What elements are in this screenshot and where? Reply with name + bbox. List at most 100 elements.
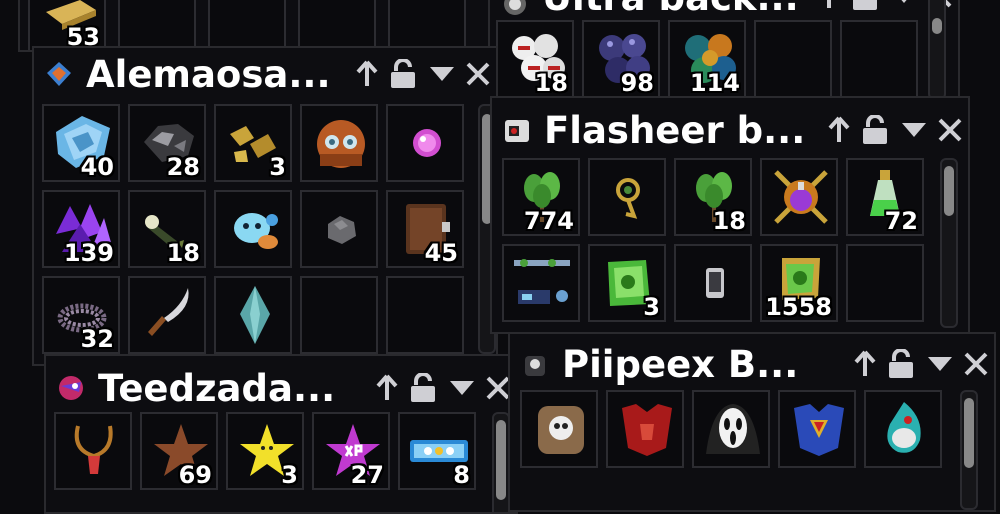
item-quantity: 40 xyxy=(80,153,114,181)
unlocked-padlock-icon[interactable] xyxy=(860,115,890,145)
panel-title: Piipeex B... xyxy=(562,342,799,386)
item-slot[interactable]: 98 xyxy=(582,20,660,98)
close-icon[interactable] xyxy=(964,352,988,376)
item-quantity: 3 xyxy=(269,153,286,181)
item-slot[interactable] xyxy=(388,0,466,50)
panel-header[interactable]: Flasheer b... xyxy=(492,104,968,156)
item-slot[interactable]: 69 xyxy=(140,412,218,490)
item-slot[interactable]: 32 xyxy=(42,276,120,354)
item-slot[interactable] xyxy=(54,412,132,490)
close-icon[interactable] xyxy=(466,62,490,86)
panel-header[interactable]: Alemaosa... xyxy=(34,48,496,100)
inventory-panel-top-left: 53 xyxy=(18,0,492,52)
scrollbar-thumb[interactable] xyxy=(932,18,942,34)
item-quantity: 774 xyxy=(523,207,574,235)
item-quantity: 18 xyxy=(166,239,200,267)
scrollbar[interactable] xyxy=(940,158,958,328)
item-slot[interactable]: 40 xyxy=(42,104,120,182)
panel-header[interactable]: Teedzada... xyxy=(46,362,516,414)
scrollbar[interactable] xyxy=(928,0,946,100)
item-slot[interactable]: 114 xyxy=(668,20,746,98)
item-slot[interactable] xyxy=(300,276,378,354)
item-slot[interactable] xyxy=(846,244,924,322)
inventory-panel-ultra: Ultra back... 18 98 xyxy=(488,0,960,104)
item-slot[interactable] xyxy=(502,244,580,322)
scrollbar-thumb[interactable] xyxy=(964,398,974,468)
blue-creature-item-icon xyxy=(234,213,278,249)
chevron-down-icon[interactable] xyxy=(890,0,918,5)
scrollbar[interactable] xyxy=(960,390,978,510)
unlocked-padlock-icon[interactable] xyxy=(850,0,880,11)
arrow-up-icon[interactable] xyxy=(376,374,398,402)
item-slot[interactable] xyxy=(300,190,378,268)
item-slot[interactable]: 139 xyxy=(42,190,120,268)
item-slot[interactable] xyxy=(386,104,464,182)
close-icon[interactable] xyxy=(938,118,962,142)
gadget-set-item-icon xyxy=(514,259,570,304)
item-slot[interactable]: 3 xyxy=(226,412,304,490)
item-slot[interactable] xyxy=(754,20,832,98)
item-quantity: 18 xyxy=(712,207,746,235)
golden-rune-item-icon xyxy=(616,178,640,219)
teal-spirit-item-icon xyxy=(887,402,921,453)
item-slot[interactable] xyxy=(214,190,292,268)
item-slot[interactable] xyxy=(588,158,666,236)
item-slot[interactable]: 53 xyxy=(28,0,106,50)
chevron-down-icon[interactable] xyxy=(448,379,476,397)
item-slot[interactable]: 45 xyxy=(386,190,464,268)
arrow-up-icon[interactable] xyxy=(854,350,876,378)
item-slot[interactable] xyxy=(208,0,286,50)
inventory-panel-alemaosa: Alemaosa... 40 28 3 139 18 45 32 xyxy=(32,46,498,366)
item-slot[interactable] xyxy=(760,158,838,236)
item-quantity: 27 xyxy=(350,461,384,489)
panel-title: Ultra back... xyxy=(542,0,818,19)
item-slot[interactable] xyxy=(692,390,770,468)
backpack-icon xyxy=(518,347,552,381)
item-slot[interactable] xyxy=(118,0,196,50)
item-quantity: 8 xyxy=(453,461,470,489)
item-slot[interactable]: 774 xyxy=(502,158,580,236)
panel-header[interactable]: Piipeex B... xyxy=(510,338,994,390)
chevron-down-icon[interactable] xyxy=(900,121,928,139)
arrow-up-icon[interactable] xyxy=(828,116,850,144)
scrollbar-thumb[interactable] xyxy=(496,420,506,500)
item-slot[interactable] xyxy=(298,0,376,50)
item-slot[interactable]: 18 xyxy=(496,20,574,98)
item-slot[interactable] xyxy=(674,244,752,322)
item-slot[interactable] xyxy=(520,390,598,468)
item-slot[interactable] xyxy=(128,276,206,354)
unlocked-padlock-icon[interactable] xyxy=(408,373,438,403)
item-slot[interactable]: 8 xyxy=(398,412,476,490)
ghost-mask-item-icon xyxy=(706,404,760,454)
unlocked-padlock-icon[interactable] xyxy=(886,349,916,379)
item-quantity: 28 xyxy=(166,153,200,181)
item-slot[interactable] xyxy=(300,104,378,182)
item-slot[interactable]: 28 xyxy=(128,104,206,182)
item-slot[interactable]: 27 xyxy=(312,412,390,490)
item-slot[interactable]: 18 xyxy=(128,190,206,268)
item-slot[interactable] xyxy=(864,390,942,468)
item-slot[interactable]: 3 xyxy=(214,104,292,182)
chevron-down-icon[interactable] xyxy=(428,65,456,83)
item-quantity: 3 xyxy=(281,461,298,489)
item-slot[interactable]: 3 xyxy=(588,244,666,322)
item-slot[interactable] xyxy=(214,276,292,354)
item-slot[interactable] xyxy=(778,390,856,468)
unlocked-padlock-icon[interactable] xyxy=(388,59,418,89)
item-slot[interactable] xyxy=(840,20,918,98)
item-slot[interactable] xyxy=(606,390,684,468)
arrow-up-icon[interactable] xyxy=(356,60,378,88)
item-slot[interactable]: 72 xyxy=(846,158,924,236)
item-slot[interactable] xyxy=(386,276,464,354)
chevron-down-icon[interactable] xyxy=(926,355,954,373)
close-icon[interactable] xyxy=(486,376,510,400)
item-slot[interactable]: 18 xyxy=(674,158,752,236)
item-quantity: 32 xyxy=(80,325,114,353)
panel-controls xyxy=(356,59,490,89)
item-quantity: 114 xyxy=(689,69,740,97)
arrow-up-icon[interactable] xyxy=(818,0,840,10)
item-quantity: 3 xyxy=(643,293,660,321)
backpack-icon xyxy=(54,371,88,405)
scrollbar-thumb[interactable] xyxy=(944,166,954,216)
item-slot[interactable]: 1558 xyxy=(760,244,838,322)
